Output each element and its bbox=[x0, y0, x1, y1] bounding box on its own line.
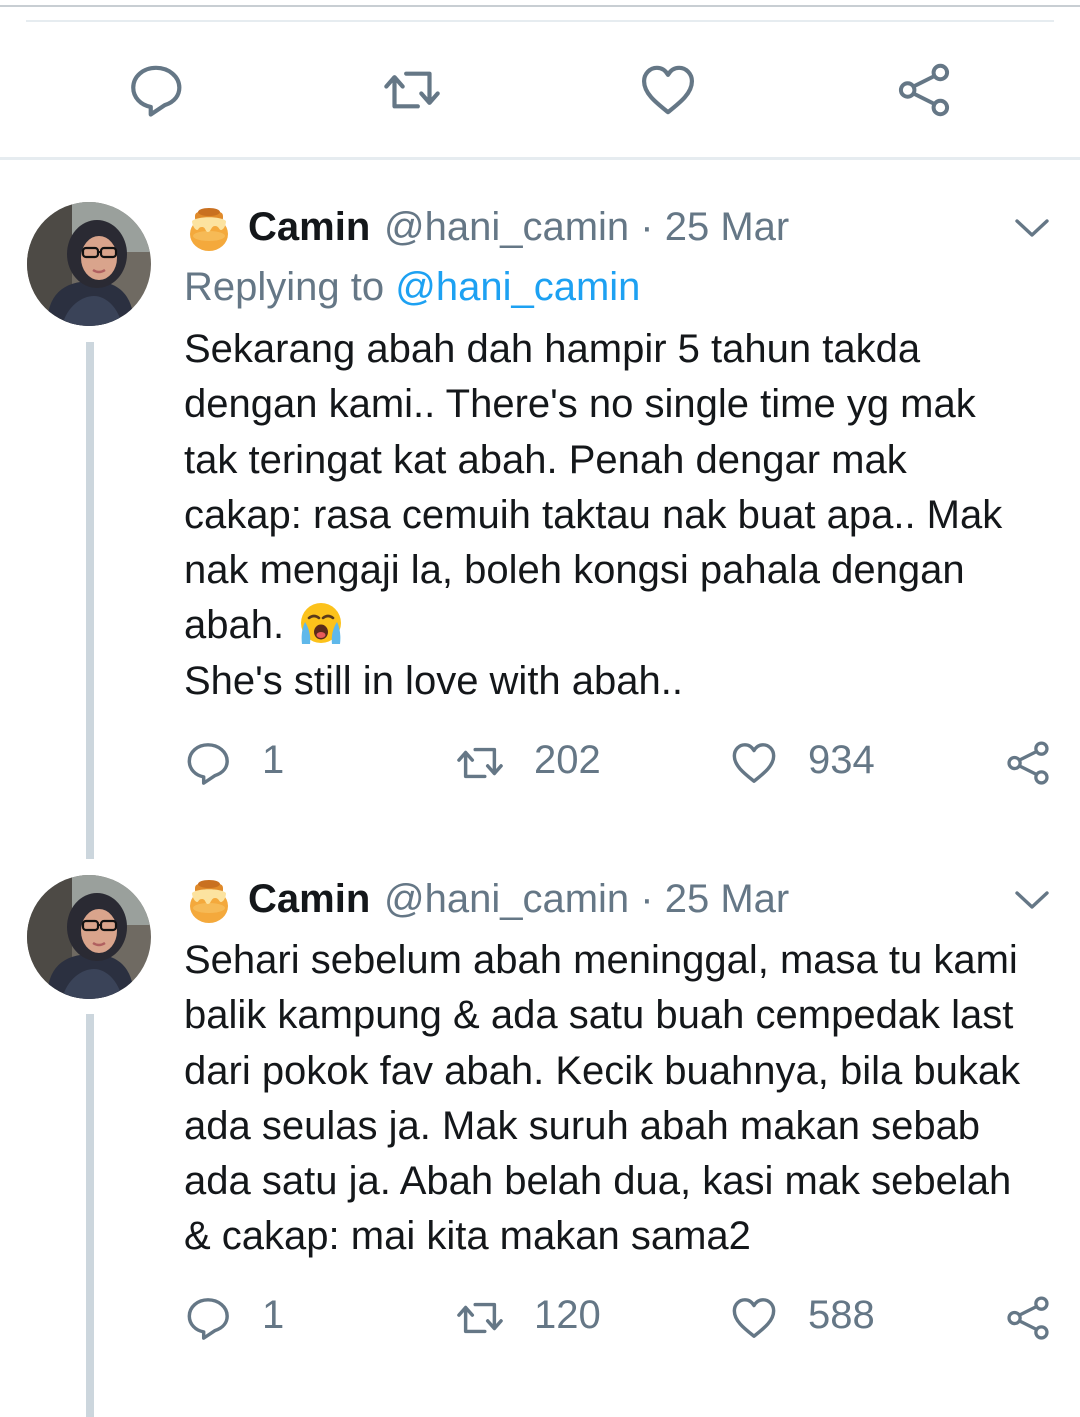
retweet-icon[interactable] bbox=[384, 62, 440, 118]
divider-line bbox=[0, 5, 1080, 7]
like-icon bbox=[730, 740, 778, 786]
like-count: 588 bbox=[808, 1293, 875, 1337]
like-button[interactable]: 588 bbox=[730, 1293, 910, 1343]
like-icon[interactable] bbox=[640, 62, 696, 118]
share-icon[interactable] bbox=[896, 62, 952, 118]
like-icon bbox=[730, 1295, 778, 1341]
reply-icon bbox=[184, 740, 232, 786]
like-button[interactable]: 934 bbox=[730, 738, 910, 788]
share-icon bbox=[1004, 740, 1052, 786]
reply-count: 1 bbox=[262, 1293, 285, 1337]
tweet-text: Sekarang abah dah hampir 5 tahun takda d… bbox=[184, 322, 1064, 709]
tweet-action-bar: 1 202 934 bbox=[0, 738, 1080, 788]
honey-pot-icon bbox=[184, 203, 234, 253]
avatar[interactable] bbox=[27, 875, 151, 999]
replying-to-mention[interactable]: @hani_camin bbox=[395, 265, 640, 309]
replying-to-label: Replying to bbox=[184, 265, 385, 309]
reply-count: 1 bbox=[262, 738, 285, 782]
chevron-down-icon[interactable] bbox=[1012, 885, 1052, 915]
avatar[interactable] bbox=[27, 202, 151, 326]
retweet-icon bbox=[456, 1295, 504, 1341]
reply-icon bbox=[184, 1295, 232, 1341]
tweet-action-bar: 1 120 588 bbox=[0, 1293, 1080, 1343]
replying-to: Replying to @hani_camin bbox=[184, 265, 640, 310]
thread-line bbox=[86, 1014, 94, 1417]
share-button[interactable] bbox=[1004, 738, 1052, 788]
retweet-button[interactable]: 202 bbox=[456, 738, 636, 788]
share-button[interactable] bbox=[1004, 1293, 1052, 1343]
main-tweet-action-bar bbox=[0, 40, 1080, 150]
retweet-count: 202 bbox=[534, 738, 601, 782]
reply-button[interactable]: 1 bbox=[184, 1293, 304, 1343]
divider-line bbox=[26, 20, 1054, 22]
display-name[interactable]: Camin bbox=[248, 205, 370, 250]
retweet-count: 120 bbox=[534, 1293, 601, 1337]
top-divider bbox=[0, 0, 1080, 22]
loudly-crying-face-icon bbox=[295, 600, 347, 646]
display-name[interactable]: Camin bbox=[248, 877, 370, 922]
chevron-down-icon[interactable] bbox=[1012, 213, 1052, 243]
share-icon bbox=[1004, 1295, 1052, 1341]
honey-pot-icon bbox=[184, 875, 234, 925]
reply-button[interactable]: 1 bbox=[184, 738, 304, 788]
handle-and-time: @hani_camin · 25 Mar bbox=[384, 205, 790, 249]
retweet-icon bbox=[456, 740, 504, 786]
like-count: 934 bbox=[808, 738, 875, 782]
section-divider bbox=[0, 157, 1080, 160]
tweet-text-part: Sekarang abah dah hampir 5 tahun takda d… bbox=[184, 327, 1003, 648]
tweet-text: Sehari sebelum abah meninggal, masa tu k… bbox=[184, 938, 1021, 1259]
handle-and-time: @hani_camin · 25 Mar bbox=[384, 877, 790, 921]
retweet-button[interactable]: 120 bbox=[456, 1293, 636, 1343]
tweet-text-part: She's still in love with abah.. bbox=[184, 658, 684, 703]
reply-icon[interactable] bbox=[128, 62, 184, 118]
